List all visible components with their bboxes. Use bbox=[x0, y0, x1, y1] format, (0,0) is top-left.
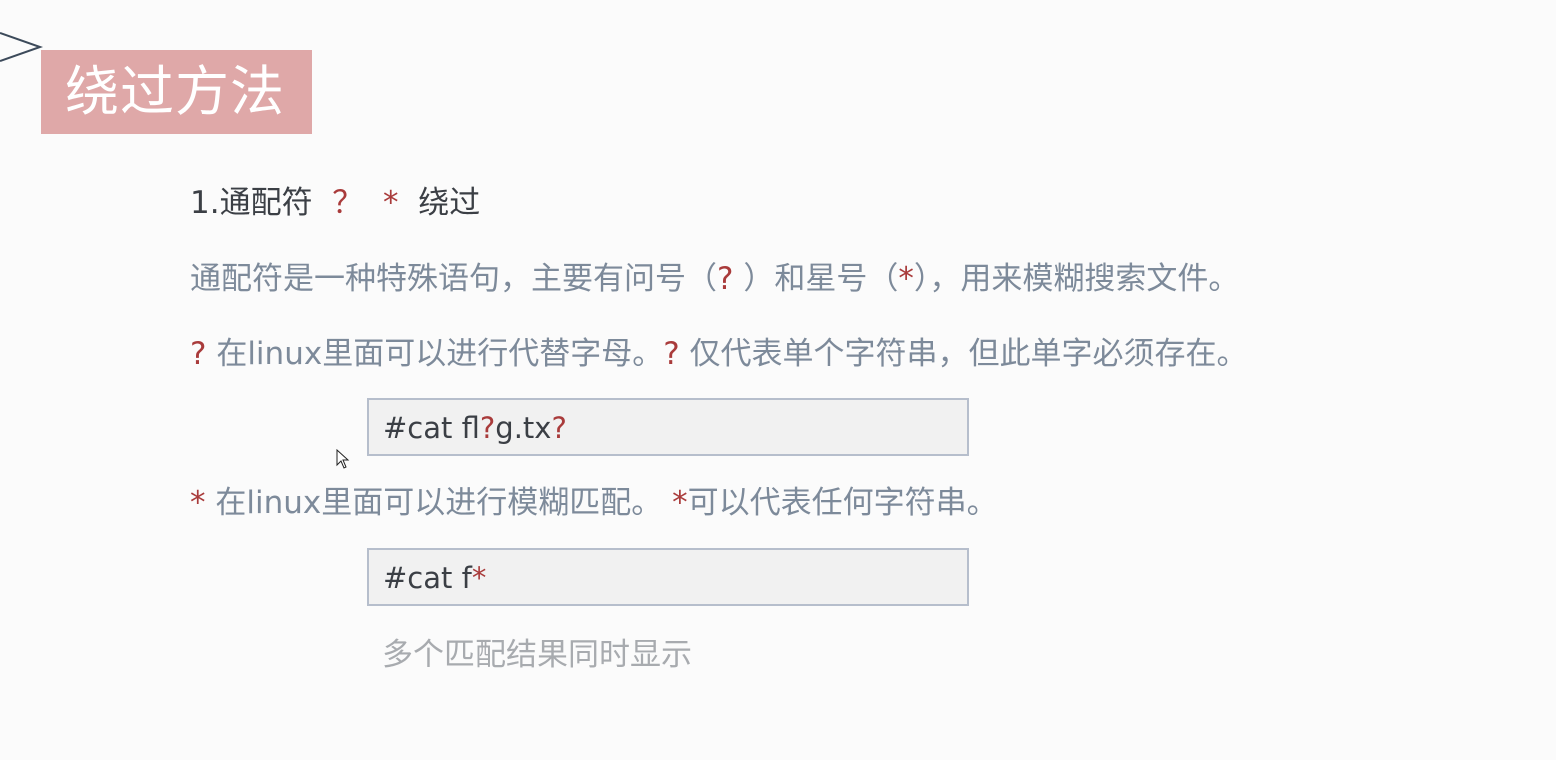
asterisk-symbol: * bbox=[383, 185, 399, 221]
star-text-2: 可以代表任何字符串。 bbox=[687, 485, 998, 521]
intro-paragraph: 通配符是一种特殊语句，主要有问号（? ）和星号（*），用来模糊搜索文件。 bbox=[190, 258, 1239, 300]
code-asterisk: * bbox=[471, 561, 487, 595]
code-text: #cat f* bbox=[383, 558, 486, 598]
section-heading: 1.通配符 ？ * 绕过 bbox=[190, 182, 480, 224]
asterisk-2: * bbox=[672, 485, 688, 521]
asterisk-1: * bbox=[190, 485, 206, 521]
code-example-star: #cat f* bbox=[367, 548, 969, 606]
intro-question-mark: ? bbox=[717, 261, 734, 297]
section-suffix: 绕过 bbox=[418, 185, 481, 221]
question-mark-1: ? bbox=[190, 336, 207, 372]
intro-text-1: 通配符是一种特殊语句，主要有问号（ bbox=[190, 261, 717, 297]
star-paragraph: * 在linux里面可以进行模糊匹配。 *可以代表任何字符串。 bbox=[190, 482, 998, 524]
question-text-2: 仅代表单个字符串，但此单字必须存在。 bbox=[679, 336, 1248, 372]
chevron-right-outline-icon bbox=[0, 32, 44, 62]
mouse-pointer-icon bbox=[336, 449, 350, 469]
question-paragraph: ? 在linux里面可以进行代替字母。? 仅代表单个字符串，但此单字必须存在。 bbox=[190, 333, 1248, 375]
section-number-label: 1.通配符 bbox=[190, 185, 313, 221]
star-text-1: 在linux里面可以进行模糊匹配。 bbox=[205, 485, 673, 521]
code-part: #cat f bbox=[383, 561, 472, 595]
result-note: 多个匹配结果同时显示 bbox=[382, 637, 692, 673]
code-part: #cat fl bbox=[383, 411, 480, 445]
code-question-mark: ? bbox=[551, 411, 567, 445]
question-mark-2: ? bbox=[663, 336, 680, 372]
code-example-question: #cat fl?g.tx? bbox=[367, 398, 969, 456]
code-question-mark: ? bbox=[479, 411, 496, 445]
code-part: g.tx bbox=[495, 411, 552, 445]
title-banner: 绕过方法 bbox=[41, 50, 312, 134]
intro-text-2: ）和星号（ bbox=[733, 261, 899, 297]
page-title: 绕过方法 bbox=[65, 60, 285, 123]
question-mark-symbol: ？ bbox=[332, 185, 364, 221]
intro-asterisk: * bbox=[898, 261, 914, 297]
code-text: #cat fl?g.tx? bbox=[383, 408, 567, 448]
question-text-1: 在linux里面可以进行代替字母。 bbox=[206, 336, 664, 372]
intro-text-3: ），用来模糊搜索文件。 bbox=[913, 261, 1240, 297]
